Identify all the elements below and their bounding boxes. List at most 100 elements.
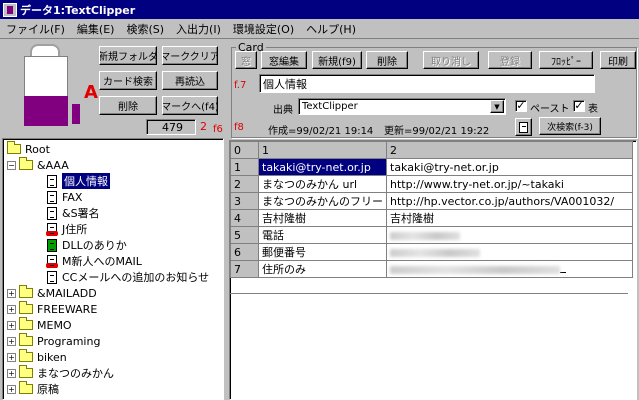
tree-item[interactable]: + MEMO xyxy=(7,317,72,333)
tree-item[interactable]: &S署名 xyxy=(47,205,100,221)
updated-time: 更新=99/02/21 19:22 xyxy=(384,126,490,137)
blurred-cell[interactable] xyxy=(386,243,633,261)
table-row[interactable]: 4 吉村隆樹 吉村隆樹 xyxy=(230,209,633,227)
tree-item[interactable]: + Programing xyxy=(7,333,100,349)
card-title-field[interactable]: 個人情報 xyxy=(259,74,595,93)
tree-item-label: &S署名 xyxy=(62,207,100,220)
column-header[interactable]: 1 xyxy=(258,141,387,159)
new-card-button[interactable]: 新規(f9) xyxy=(312,51,362,69)
icon-marker: A xyxy=(84,82,98,103)
window-edit-button[interactable]: 窓編集 xyxy=(261,51,307,69)
table-cell[interactable]: 郵便番号 xyxy=(258,243,387,261)
count-marker: 2 xyxy=(200,120,207,133)
tree-item[interactable]: M新人へのMAIL xyxy=(46,253,142,269)
blurred-cell[interactable] xyxy=(386,226,633,244)
mark-to-button[interactable]: マークへ(f4) xyxy=(162,96,218,115)
table-cell[interactable]: まなつのみかんのフリー xyxy=(258,192,387,210)
row-number: 5 xyxy=(230,226,259,244)
delete-folder-button[interactable]: 削除 xyxy=(99,96,157,115)
row-number: 2 xyxy=(230,175,259,193)
table-cell[interactable]: 吉村隆樹 xyxy=(386,209,633,227)
expand-icon[interactable]: + xyxy=(7,368,16,378)
folder-icon xyxy=(19,285,33,298)
tree-item[interactable]: FAX xyxy=(47,189,82,205)
menu-file[interactable]: ファイル(F) xyxy=(0,21,71,37)
blurred-cell[interactable] xyxy=(386,260,633,278)
data-grid[interactable]: 0 1 2 1 takaki@try-net.or.jp takaki@try-… xyxy=(229,140,637,400)
folder-open-icon xyxy=(19,157,33,170)
table-cell[interactable]: takaki@try-net.or.jp xyxy=(258,158,387,176)
tree-item[interactable]: + biken xyxy=(7,349,67,365)
column-header[interactable]: 0 xyxy=(230,141,259,159)
menu-io[interactable]: 入出力(I) xyxy=(170,21,227,37)
notes-icon[interactable] xyxy=(515,118,532,136)
expand-icon[interactable]: + xyxy=(7,288,16,298)
expand-icon[interactable]: + xyxy=(7,384,16,394)
tree-item[interactable]: + &MAILADD xyxy=(7,285,97,301)
row-number: 6 xyxy=(230,243,259,261)
menu-settings[interactable]: 環境設定(O) xyxy=(227,21,300,37)
reload-button[interactable]: 再読込 xyxy=(162,71,218,90)
title-bar[interactable]: データ1:TextClipper xyxy=(0,0,639,19)
tree-item[interactable]: 個人情報 xyxy=(47,173,110,189)
f6-label: f6 xyxy=(213,124,223,135)
expand-icon[interactable]: + xyxy=(7,304,16,314)
next-search-button[interactable]: 次検索(f-3) xyxy=(539,117,601,135)
tree-item[interactable]: + FREEWARE xyxy=(7,301,97,317)
tree-item[interactable]: + まなつのみかん xyxy=(7,365,114,381)
row-number: 4 xyxy=(230,209,259,227)
table-cell[interactable]: 吉村隆樹 xyxy=(258,209,387,227)
table-cell[interactable]: まなつのみかん url xyxy=(258,175,387,193)
table-row[interactable]: 2 まなつのみかん url http://www.try-net.or.jp/~… xyxy=(230,175,633,193)
table-checkbox[interactable]: ✓ xyxy=(573,100,585,112)
green-document-icon xyxy=(47,238,57,252)
tree-item[interactable]: CCメールへの追加のお知らせ xyxy=(47,269,209,285)
floppy-button[interactable]: ﾌﾛｯﾋﾟｰ xyxy=(539,51,593,69)
card-search-button[interactable]: カード検索 xyxy=(99,71,157,90)
new-folder-button[interactable]: 新規フォルダ xyxy=(99,46,157,65)
marked-document-icon xyxy=(46,222,58,236)
undo-button[interactable]: 取り消し xyxy=(423,51,479,69)
collapse-icon[interactable]: − xyxy=(7,160,16,170)
expand-icon[interactable]: + xyxy=(7,352,16,362)
marked-document-icon xyxy=(46,254,58,268)
table-cell[interactable]: http://hp.vector.co.jp/authors/VA001032/ xyxy=(386,192,633,210)
tree-item[interactable]: + 原稿 xyxy=(7,381,59,397)
folder-icon xyxy=(19,333,33,346)
delete-card-button[interactable]: 削除 xyxy=(366,51,408,69)
register-button[interactable]: 登録 xyxy=(488,51,532,69)
menu-help[interactable]: ヘルプ(H) xyxy=(300,21,362,37)
table-cell[interactable]: 電話 xyxy=(258,226,387,244)
row-number: 3 xyxy=(230,192,259,210)
table-row[interactable]: 3 まなつのみかんのフリー http://hp.vector.co.jp/aut… xyxy=(230,192,633,210)
source-dropdown[interactable]: TextClipper xyxy=(298,98,506,115)
tree-root[interactable]: Root xyxy=(7,141,50,157)
tree-item[interactable]: J住所 xyxy=(46,221,87,237)
tree-item-label: DLLのありか xyxy=(62,239,127,252)
tree-item-label: Programing xyxy=(37,334,101,348)
table-row[interactable]: 1 takaki@try-net.or.jp takaki@try-net.or… xyxy=(230,158,633,176)
column-header[interactable]: 2 xyxy=(386,141,633,159)
print-button[interactable]: 印刷 xyxy=(600,51,636,69)
table-cell[interactable]: takaki@try-net.or.jp xyxy=(386,158,633,176)
expand-icon[interactable]: + xyxy=(7,320,16,330)
app-icon xyxy=(3,2,17,17)
window-button[interactable]: 窓 xyxy=(235,51,257,69)
table-cell[interactable]: 住所のみ xyxy=(258,260,387,278)
tree-item[interactable]: − &AAA xyxy=(7,157,69,173)
menu-edit[interactable]: 編集(E) xyxy=(71,21,121,37)
mark-clear-button[interactable]: マーククリア xyxy=(162,46,218,65)
folder-icon xyxy=(19,301,33,314)
folder-icon xyxy=(19,365,33,378)
table-cell[interactable]: http://www.try-net.or.jp/~takaki xyxy=(386,175,633,193)
expand-icon[interactable]: + xyxy=(7,336,16,346)
paste-checkbox[interactable]: ✓ xyxy=(515,100,527,112)
tree-item[interactable]: DLLのありか xyxy=(47,237,127,253)
table-row[interactable]: 5 電話 xyxy=(230,226,633,244)
table-row[interactable]: 6 郵便番号 xyxy=(230,243,633,261)
table-row[interactable]: 7 住所のみ xyxy=(230,260,633,278)
table-header-row: 0 1 2 xyxy=(230,141,633,159)
menu-search[interactable]: 検索(S) xyxy=(120,21,170,37)
source-dropdown-arrow[interactable]: ▼ xyxy=(490,100,504,113)
folder-tree[interactable]: Root − &AAA 個人情報 FAX &S署名 J住所 DLLのありか M新… xyxy=(2,138,224,400)
